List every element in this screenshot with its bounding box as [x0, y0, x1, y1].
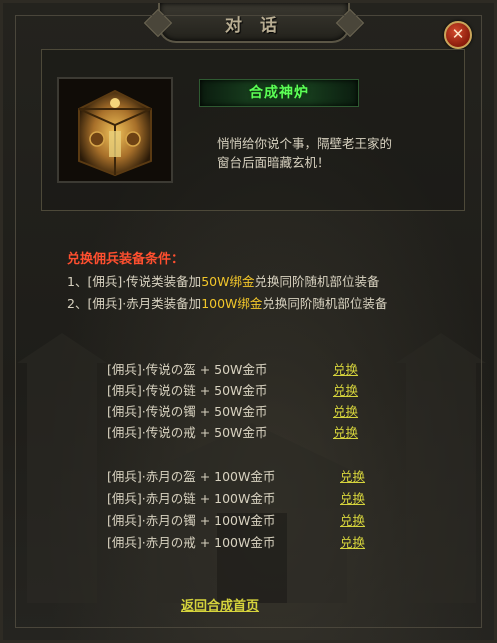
exchange-link[interactable]: 兑换 — [340, 510, 365, 529]
condition-text: 兑换同阶随机部位装备 — [254, 274, 380, 289]
title-tab: 对 话 — [158, 3, 350, 43]
condition-text: 兑换同阶随机部位装备 — [262, 296, 388, 311]
exchange-link[interactable]: 兑换 — [333, 380, 358, 399]
npc-name-plate: 合成神炉 — [199, 79, 359, 107]
exchange-link[interactable]: 兑换 — [333, 359, 358, 378]
dialog-window: 对 话 ✕ 合成神炉 悄悄给你说个事，隔壁老王家的 窗台后面暗藏玄机！ 兑换佣兵… — [0, 0, 497, 643]
back-to-home-link[interactable]: 返回合成首页 — [181, 595, 259, 614]
condition-text: 1、[佣兵]·传说类装备加 — [67, 274, 202, 289]
condition-text: 2、[佣兵]·赤月类装备加 — [67, 296, 202, 311]
exchange-link[interactable]: 兑换 — [333, 422, 358, 441]
npc-text-line: 悄悄给你说个事，隔壁老王家的 — [217, 136, 393, 151]
condition-line: 2、[佣兵]·赤月类装备加100W绑金兑换同阶随机部位装备 — [67, 293, 387, 312]
condition-highlight: 50W绑金 — [201, 274, 255, 289]
exchange-item-label: [佣兵]·赤月の链 + 100W金币 — [107, 491, 276, 506]
exchange-link[interactable]: 兑换 — [340, 466, 365, 485]
exchange-item-label: [佣兵]·传说の盔 + 50W金币 — [107, 362, 268, 377]
exchange-link[interactable]: 兑换 — [340, 532, 365, 551]
exchange-item-label: [佣兵]·传说の镯 + 50W金币 — [107, 404, 268, 419]
exchange-link[interactable]: 兑换 — [340, 488, 365, 507]
conditions-title: 兑换佣兵装备条件： — [67, 252, 185, 267]
close-button[interactable]: ✕ — [444, 21, 472, 49]
exchange-item-label: [佣兵]·赤月の戒 + 100W金币 — [107, 535, 276, 550]
golden-furnace-icon — [57, 77, 173, 183]
exchange-item-label: [佣兵]·赤月の盔 + 100W金币 — [107, 469, 276, 484]
exchange-item-label: [佣兵]·赤月の镯 + 100W金币 — [107, 513, 276, 528]
npc-text-line: 窗台后面暗藏玄机！ — [217, 155, 330, 170]
condition-highlight: 100W绑金 — [201, 296, 263, 311]
condition-line: 1、[佣兵]·传说类装备加50W绑金兑换同阶随机部位装备 — [67, 271, 379, 290]
exchange-link[interactable]: 兑换 — [333, 401, 358, 420]
npc-dialog-text: 悄悄给你说个事，隔壁老王家的 窗台后面暗藏玄机！ — [217, 134, 431, 172]
dialog-title: 对 话 — [225, 16, 283, 36]
close-icon: ✕ — [451, 25, 465, 43]
exchange-item-label: [佣兵]·传说の戒 + 50W金币 — [107, 425, 268, 440]
exchange-item-label: [佣兵]·传说の链 + 50W金币 — [107, 383, 268, 398]
